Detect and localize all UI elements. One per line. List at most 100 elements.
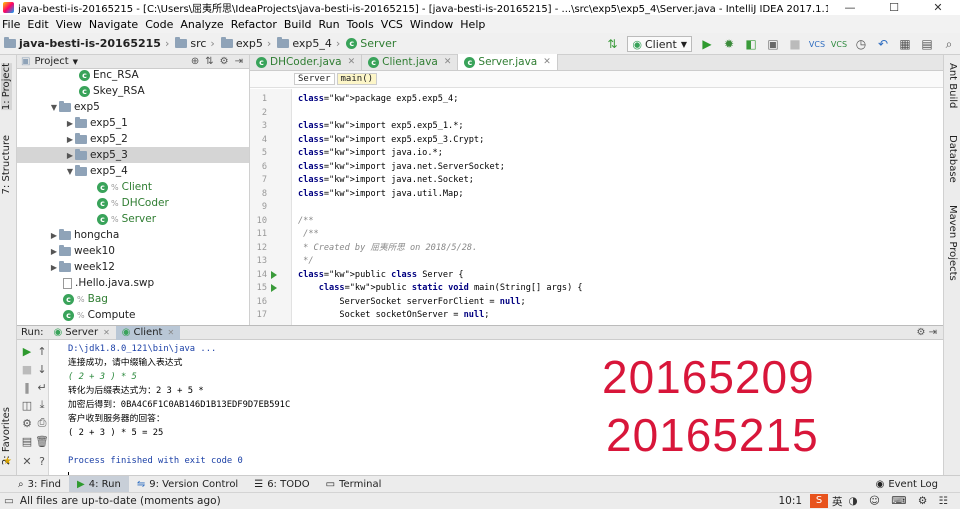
breadcrumb-exp5-4[interactable]: exp5_4 › [277, 37, 344, 50]
menu-view[interactable]: View [56, 18, 82, 31]
menu-code[interactable]: Code [145, 18, 173, 31]
tool-tab-todo[interactable]: ☰ 6: TODO [246, 476, 317, 493]
profile-icon[interactable]: ▣ [764, 35, 782, 53]
tool-tab-structure[interactable]: 7: Structure [1, 135, 12, 194]
close-button[interactable]: ✕ [916, 0, 960, 15]
sdk-manager-icon[interactable]: ▤ [918, 35, 936, 53]
menu-refactor[interactable]: Refactor [231, 18, 277, 31]
tool-tab-version-control[interactable]: ⇋ 9: Version Control [129, 476, 246, 493]
tool-tab-event-log[interactable]: ◉ Event Log [868, 476, 960, 493]
close-icon[interactable]: ✕ [20, 454, 34, 468]
menu-window[interactable]: Window [410, 18, 453, 31]
project-panel-title[interactable]: Project [34, 56, 68, 67]
close-icon[interactable]: ✕ [348, 57, 356, 67]
tree-item-compute[interactable]: c% Compute [17, 307, 249, 323]
minimize-button[interactable]: — [828, 0, 872, 15]
tool-tab-ant-build[interactable]: Ant Build [947, 63, 958, 108]
print-icon[interactable]: ⎙ [35, 416, 49, 430]
run-gutter-icon[interactable] [271, 270, 277, 279]
history-icon[interactable]: ◷ [852, 35, 870, 53]
scroll-up-icon[interactable]: ↑ [35, 344, 49, 358]
crumb-main[interactable]: main() [336, 73, 378, 85]
tree-item-exp5[interactable]: ▼ exp5 [17, 99, 249, 115]
chevron-right-icon[interactable]: ▶ [49, 231, 59, 240]
menu-edit[interactable]: Edit [27, 18, 48, 31]
project-structure-icon[interactable]: ▦ [896, 35, 914, 53]
menu-run[interactable]: Run [319, 18, 340, 31]
stop-icon[interactable]: ■ [20, 362, 34, 376]
layout-icon[interactable]: ▤ [20, 434, 34, 448]
chevron-right-icon[interactable]: ▶ [65, 135, 75, 144]
stop-icon[interactable]: ■ [786, 35, 804, 53]
caret-position[interactable]: 10:1 [778, 495, 802, 507]
chevron-down-icon[interactable]: ▼ [65, 167, 75, 176]
pause-icon[interactable]: ‖ [20, 380, 34, 394]
build-icon[interactable]: ⇅ [603, 35, 621, 53]
tree-item-exp5-2[interactable]: ▶ exp5_2 [17, 131, 249, 147]
chevron-right-icon[interactable]: ▶ [65, 151, 75, 160]
tool-tab-run[interactable]: ▶ 4: Run [69, 475, 129, 493]
menu-analyze[interactable]: Analyze [180, 18, 223, 31]
tree-item-week10[interactable]: ▶ week10 [17, 243, 249, 259]
chevron-right-icon[interactable]: ▶ [49, 263, 59, 272]
tree-item-hello-swp[interactable]: .Hello.java.swp [17, 275, 249, 291]
rerun-icon[interactable]: ▶ [20, 344, 34, 358]
console-output[interactable]: D:\jdk1.8.0_121\bin\java ... 连接成功，请中缀输入表… [50, 340, 943, 484]
soft-wrap-icon[interactable]: ↵ [35, 380, 49, 394]
tool-tab-terminal[interactable]: ▭ Terminal [318, 476, 390, 493]
coverage-icon[interactable]: ◧ [742, 35, 760, 53]
settings-icon[interactable]: ⚙ [20, 416, 34, 430]
crumb-server[interactable]: Server [294, 73, 335, 85]
run-tab-client[interactable]: ◉ Client ✕ [115, 325, 181, 340]
scroll-end-icon[interactable]: ⤓ [35, 398, 49, 412]
run-icon[interactable]: ▶ [698, 35, 716, 53]
tree-item-client[interactable]: c% Client [17, 179, 249, 195]
scroll-down-icon[interactable]: ↓ [35, 362, 49, 376]
tree-item-exp5-3[interactable]: ▶ exp5_3 [17, 147, 249, 163]
search-icon[interactable]: ⌕ [940, 35, 958, 53]
run-tab-server[interactable]: ◉ Server ✕ [48, 326, 116, 340]
maximize-button[interactable]: ☐ [872, 0, 916, 15]
vcs-update-icon[interactable]: VCS [808, 35, 826, 53]
close-icon[interactable]: ✕ [167, 328, 174, 337]
menu-help[interactable]: Help [460, 18, 485, 31]
tree-item-skey-rsa[interactable]: c Skey_RSA [17, 83, 249, 99]
breadcrumb-src[interactable]: src › [175, 37, 218, 50]
tree-item-exp5-4[interactable]: ▼ exp5_4 [17, 163, 249, 179]
breadcrumb-server[interactable]: c Server [346, 37, 396, 50]
run-configuration-select[interactable]: ◉ Client ▼ [627, 36, 692, 52]
run-gutter-icon[interactable] [271, 284, 277, 292]
close-icon[interactable]: ✕ [103, 328, 110, 337]
tool-tab-database[interactable]: Database [947, 135, 958, 183]
tree-item-bag[interactable]: c% Bag [17, 291, 249, 307]
menu-build[interactable]: Build [284, 18, 312, 31]
breadcrumb-project[interactable]: java-besti-is-20165215 › [4, 37, 173, 50]
tab-client[interactable]: c Client.java ✕ [362, 54, 459, 70]
tab-dhcoder[interactable]: c DHCoder.java ✕ [250, 54, 363, 70]
tree-item-server[interactable]: c% Server [17, 211, 249, 227]
tree-item-exp5-1[interactable]: ▶ exp5_1 [17, 115, 249, 131]
tree-item-hongcha[interactable]: ▶ hongcha [17, 227, 249, 243]
menu-file[interactable]: File [2, 18, 20, 31]
tool-tab-project[interactable]: 1: Project [1, 63, 12, 111]
chevron-right-icon[interactable]: ▶ [65, 119, 75, 128]
tree-item-enc-rsa[interactable]: c Enc_RSA [17, 67, 249, 83]
gear-icon[interactable]: ⚙ ⇥ [916, 327, 937, 338]
revert-icon[interactable]: ↶ [874, 35, 892, 53]
tree-item-dhcoder[interactable]: c% DHCoder [17, 195, 249, 211]
hide-icon[interactable]: ⇥ [235, 56, 243, 67]
tool-tab-maven[interactable]: Maven Projects [947, 205, 958, 281]
breadcrumb-exp5[interactable]: exp5 › [220, 37, 275, 50]
tool-tab-find[interactable]: ⌕ 3: Find [0, 476, 69, 493]
chevron-right-icon[interactable]: ▶ [49, 247, 59, 256]
gear-icon[interactable]: ⚙ [220, 56, 229, 67]
vcs-commit-icon[interactable]: VCS [830, 35, 848, 53]
close-icon[interactable]: ✕ [543, 57, 551, 67]
tree-item-week12[interactable]: ▶ week12 [17, 259, 249, 275]
menu-vcs[interactable]: VCS [381, 18, 403, 31]
debug-icon[interactable]: ✹ [720, 35, 738, 53]
clear-icon[interactable]: 🗑 [35, 434, 49, 448]
dump-threads-icon[interactable]: ◫ [20, 398, 34, 412]
close-icon[interactable]: ✕ [444, 57, 452, 67]
menu-navigate[interactable]: Navigate [89, 18, 138, 31]
